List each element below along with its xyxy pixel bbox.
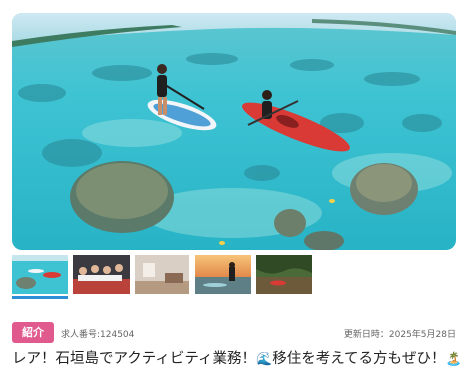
- thumbnail-1[interactable]: [12, 255, 68, 294]
- selected-thumbnail-indicator: [12, 296, 68, 299]
- updated-date: 更新日時：2025年5月28日: [343, 330, 456, 340]
- listing-meta: 紹介 求人番号:124504 更新日時：2025年5月28日: [12, 322, 462, 344]
- thumbnail-2[interactable]: [73, 255, 130, 294]
- thumbnail-4[interactable]: [195, 255, 251, 294]
- thumbnail-staff-group-icon: [73, 255, 130, 294]
- title-text: レア！石垣島でアクティビティ業務！: [12, 351, 257, 367]
- island-emoji-icon: 🏝️: [445, 352, 462, 367]
- category-tag: 紹介: [12, 322, 54, 343]
- thumbnail-lagoon-kayak-icon: [12, 255, 68, 294]
- job-number: 求人番号:124504: [61, 330, 135, 340]
- hero-image[interactable]: [12, 13, 456, 250]
- thumbnail-mangrove-canoe-icon: [256, 255, 312, 294]
- thumbnail-3[interactable]: [135, 255, 189, 294]
- thumbnail-5[interactable]: [256, 255, 312, 294]
- wave-emoji-icon: 🌊: [256, 352, 273, 367]
- hero-photo-icon: [12, 13, 456, 250]
- title-text-continued: 移住を考えてる方もぜひ！: [272, 351, 446, 367]
- listing-title[interactable]: レア！石垣島でアクティビティ業務！🌊移住を考えてる方もぜひ！🏝️: [12, 347, 467, 368]
- thumbnail-room-interior-icon: [135, 255, 189, 294]
- thumbnail-sunset-sup-icon: [195, 255, 251, 294]
